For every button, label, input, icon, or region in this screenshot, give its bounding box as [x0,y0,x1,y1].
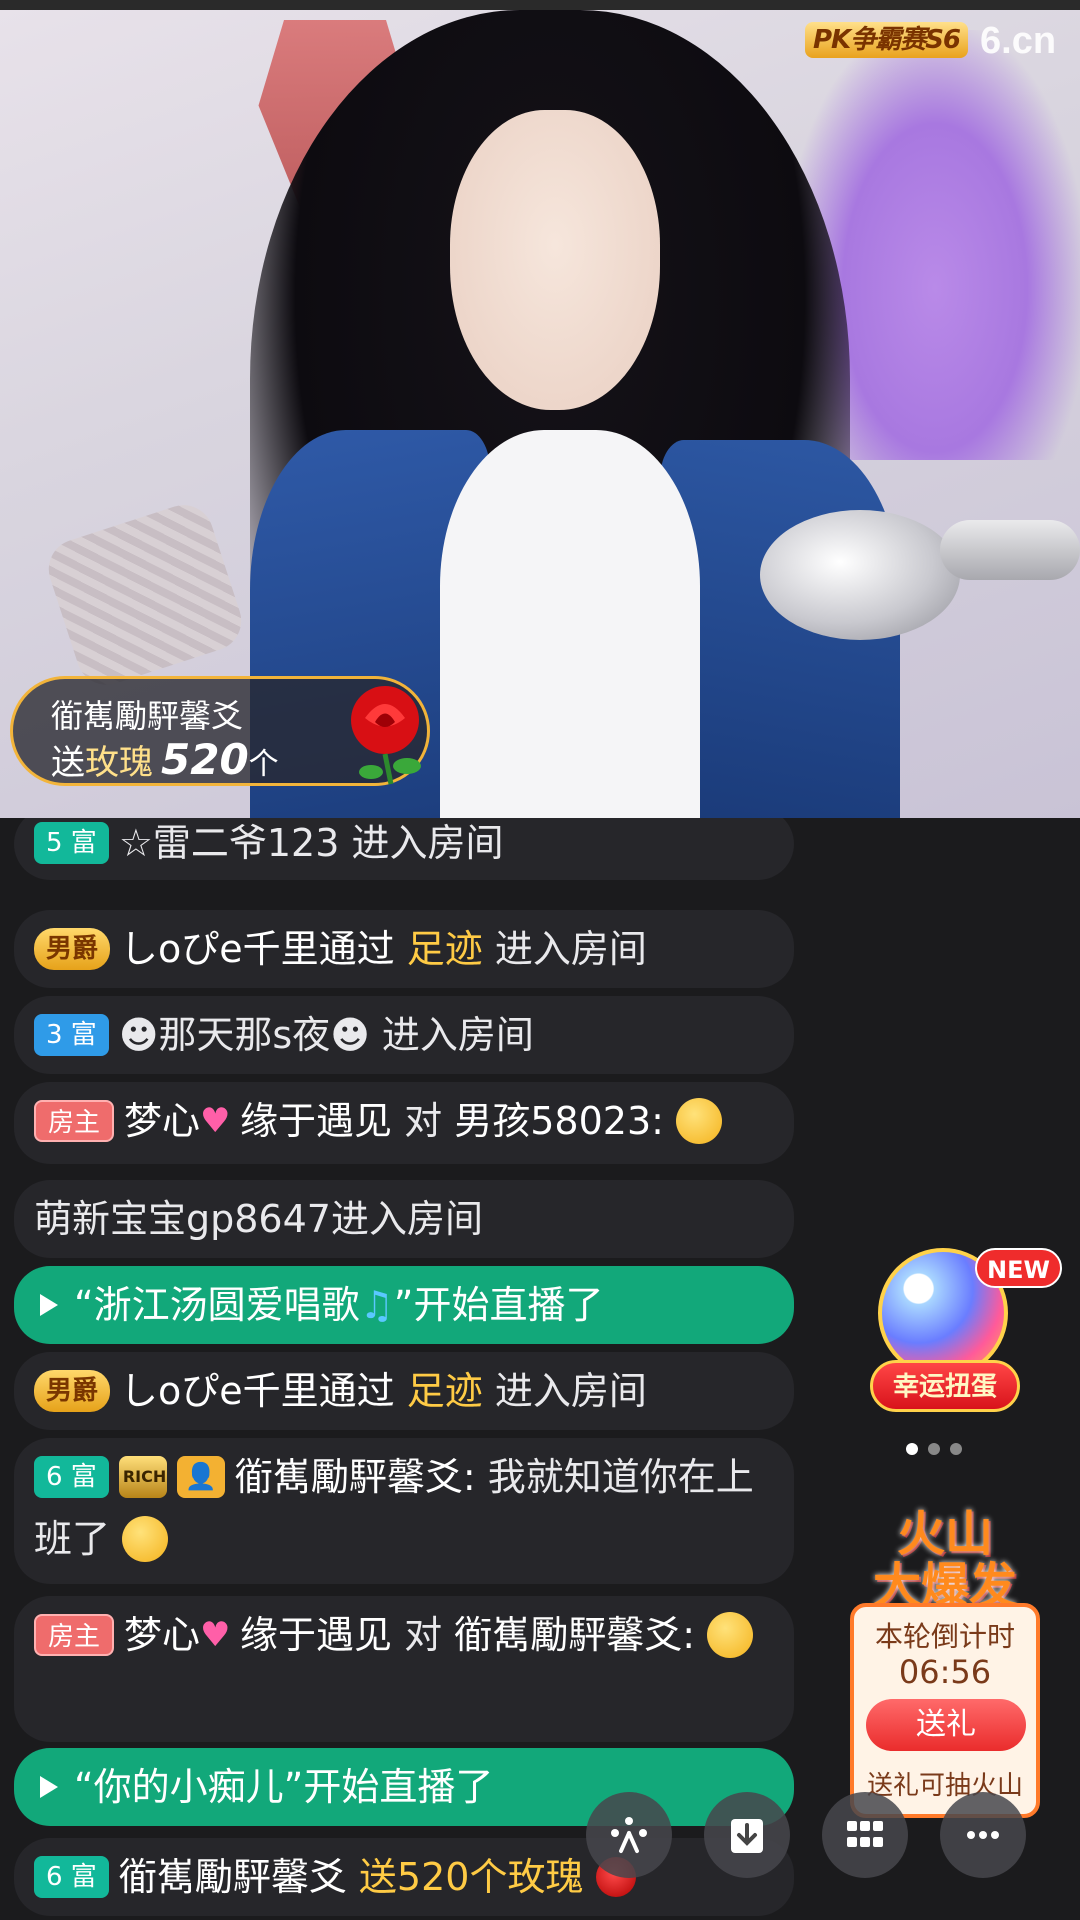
user-nick-suffix[interactable]: 缘于遇见 [240,1613,392,1657]
emoji-icon [676,1097,723,1144]
new-badge: NEW [975,1248,1062,1288]
microphone [760,510,960,640]
streamer-shirt [440,430,700,818]
host-badge: 房主 [34,1613,115,1656]
notice-text: “你的小痴儿”开始直播了 [74,1765,494,1809]
carousel-dot[interactable] [928,1443,940,1455]
duke-badge: 男爵 [34,1369,111,1412]
gift-sender: 衜嶲勵駍馨爻 [51,697,244,735]
live-video[interactable]: PK争霸赛S6 6.cn 衜嶲勵駍馨爻 送玫瑰 520个 [0,0,1080,818]
share-button[interactable] [586,1792,672,1878]
lucky-gacha-label: 幸运扭蛋 [870,1360,1020,1412]
rich-level-badge: 5 富 [34,821,109,864]
carousel-dot[interactable] [950,1443,962,1455]
chat-message: 6 富 RICH 👤 衜嶲勵駍馨爻: 我就知道你在上班了 [14,1438,794,1584]
microphone-stand [940,520,1080,580]
lucky-gacha-widget[interactable]: NEW 幸运扭蛋 [870,1248,1062,1428]
gift-text: 送520个玫瑰 [358,1855,584,1899]
download-button[interactable] [704,1792,790,1878]
duke-badge: 男爵 [34,927,111,970]
pillow [40,497,250,693]
user-nick[interactable]: 梦心 [124,1099,200,1143]
chat-message: 房主 梦心♥ 缘于遇见 对 衜嶲勵駍馨爻: [14,1596,794,1742]
share-icon [611,1817,647,1853]
rich-level-badge: 6 富 [34,1455,109,1498]
target-nick[interactable]: 衜嶲勵駍馨爻: [454,1613,695,1657]
footprint-link[interactable]: 足迹 [407,927,483,971]
user-nick[interactable]: 衜嶲勵駍馨爻 [119,1855,347,1899]
message-text: ☆雷二爷123 进入房间 [118,821,504,865]
carousel-dots[interactable] [906,1440,986,1456]
more-icon [967,1831,999,1839]
rose-icon [351,686,421,785]
apps-button[interactable] [822,1792,908,1878]
volcano-event-widget[interactable]: 火山 大爆发 本轮倒计时 06:56 送礼 送礼可抽火山 [850,1508,1040,1818]
more-button[interactable] [940,1792,1026,1878]
live-start-notice[interactable]: “浙江汤圆爱唱歌♫”开始直播了 [14,1266,794,1344]
message-text: 进入房间 [494,927,647,971]
gift-count: 520 [161,735,249,784]
user-nick[interactable]: しoぴe千里通过 [120,927,395,971]
message-text: 进入房间 [494,1369,647,1413]
to-word: 对 [404,1613,443,1657]
chat-message: 房主 梦心♥ 缘于遇见 对 男孩58023: [14,1082,794,1164]
message-text: 萌新宝宝gp8647进入房间 [34,1197,483,1241]
avatar-badge-icon: 👤 [176,1455,225,1498]
message-text: ☻那天那s夜☻ 进入房间 [118,1013,534,1057]
status-strip [0,0,1080,10]
gift-name: 玫瑰 [85,743,153,783]
send-gift-button[interactable]: 送礼 [866,1699,1026,1751]
host-badge: 房主 [34,1099,115,1142]
chat-message: 男爵 しoぴe千里通过 足迹 进入房间 [14,910,794,988]
emoji-icon [122,1515,169,1562]
gift-unit: 个 [248,747,279,782]
play-icon [40,1775,58,1798]
streamer-face [450,110,660,410]
play-icon [40,1293,58,1316]
countdown-timer: 06:56 [898,1653,992,1691]
emoji-icon [707,1611,754,1658]
chat-message: 萌新宝宝gp8647进入房间 [14,1180,794,1258]
carousel-dot[interactable] [906,1443,918,1455]
chat-message: 5 富 ☆雷二爷123 进入房间 [14,818,794,880]
user-nick[interactable]: しoぴe千里通过 [120,1369,395,1413]
chat-message: 3 富 ☻那天那s夜☻ 进入房间 [14,996,794,1074]
volcano-card: 本轮倒计时 06:56 送礼 送礼可抽火山 [850,1603,1040,1818]
rich-badge: RICH [118,1455,167,1498]
live-start-notice[interactable]: “你的小痴儿”开始直播了 [14,1748,794,1826]
user-nick[interactable]: 梦心 [124,1613,200,1657]
site-logo: 6.cn [980,20,1057,62]
notice-text-end: ”开始直播了 [393,1283,604,1327]
footprint-link[interactable]: 足迹 [407,1369,483,1413]
heart-icon: ♥ [200,1614,231,1655]
notice-text: “浙江汤圆爱唱歌 [74,1283,360,1327]
countdown-label: 本轮倒计时 [874,1620,1015,1653]
chat-message: 男爵 しoぴe千里通过 足迹 进入房间 [14,1352,794,1430]
pk-event-logo: PK争霸赛S6 [805,22,969,58]
heart-icon: ♥ [200,1100,231,1141]
gift-line: 送玫瑰 520个 [51,735,279,784]
rich-level-badge: 3 富 [34,1013,109,1056]
user-nick[interactable]: 衜嶲勵駍馨爻: [235,1455,476,1499]
to-word: 对 [404,1099,443,1143]
rich-level-badge: 6 富 [34,1855,109,1898]
download-icon [731,1819,763,1853]
chat-message: 6 富衜嶲勵駍馨爻 送520个玫瑰 [14,1838,794,1916]
gift-verb: 送 [51,743,85,783]
volcano-title-line1: 火山 [896,1506,993,1562]
apps-icon [847,1821,883,1847]
target-nick[interactable]: 男孩58023: [454,1099,664,1143]
music-note-icon: ♫ [359,1283,394,1327]
volcano-title: 火山 大爆发 [850,1508,1040,1618]
user-nick-suffix[interactable]: 缘于遇见 [240,1099,392,1143]
